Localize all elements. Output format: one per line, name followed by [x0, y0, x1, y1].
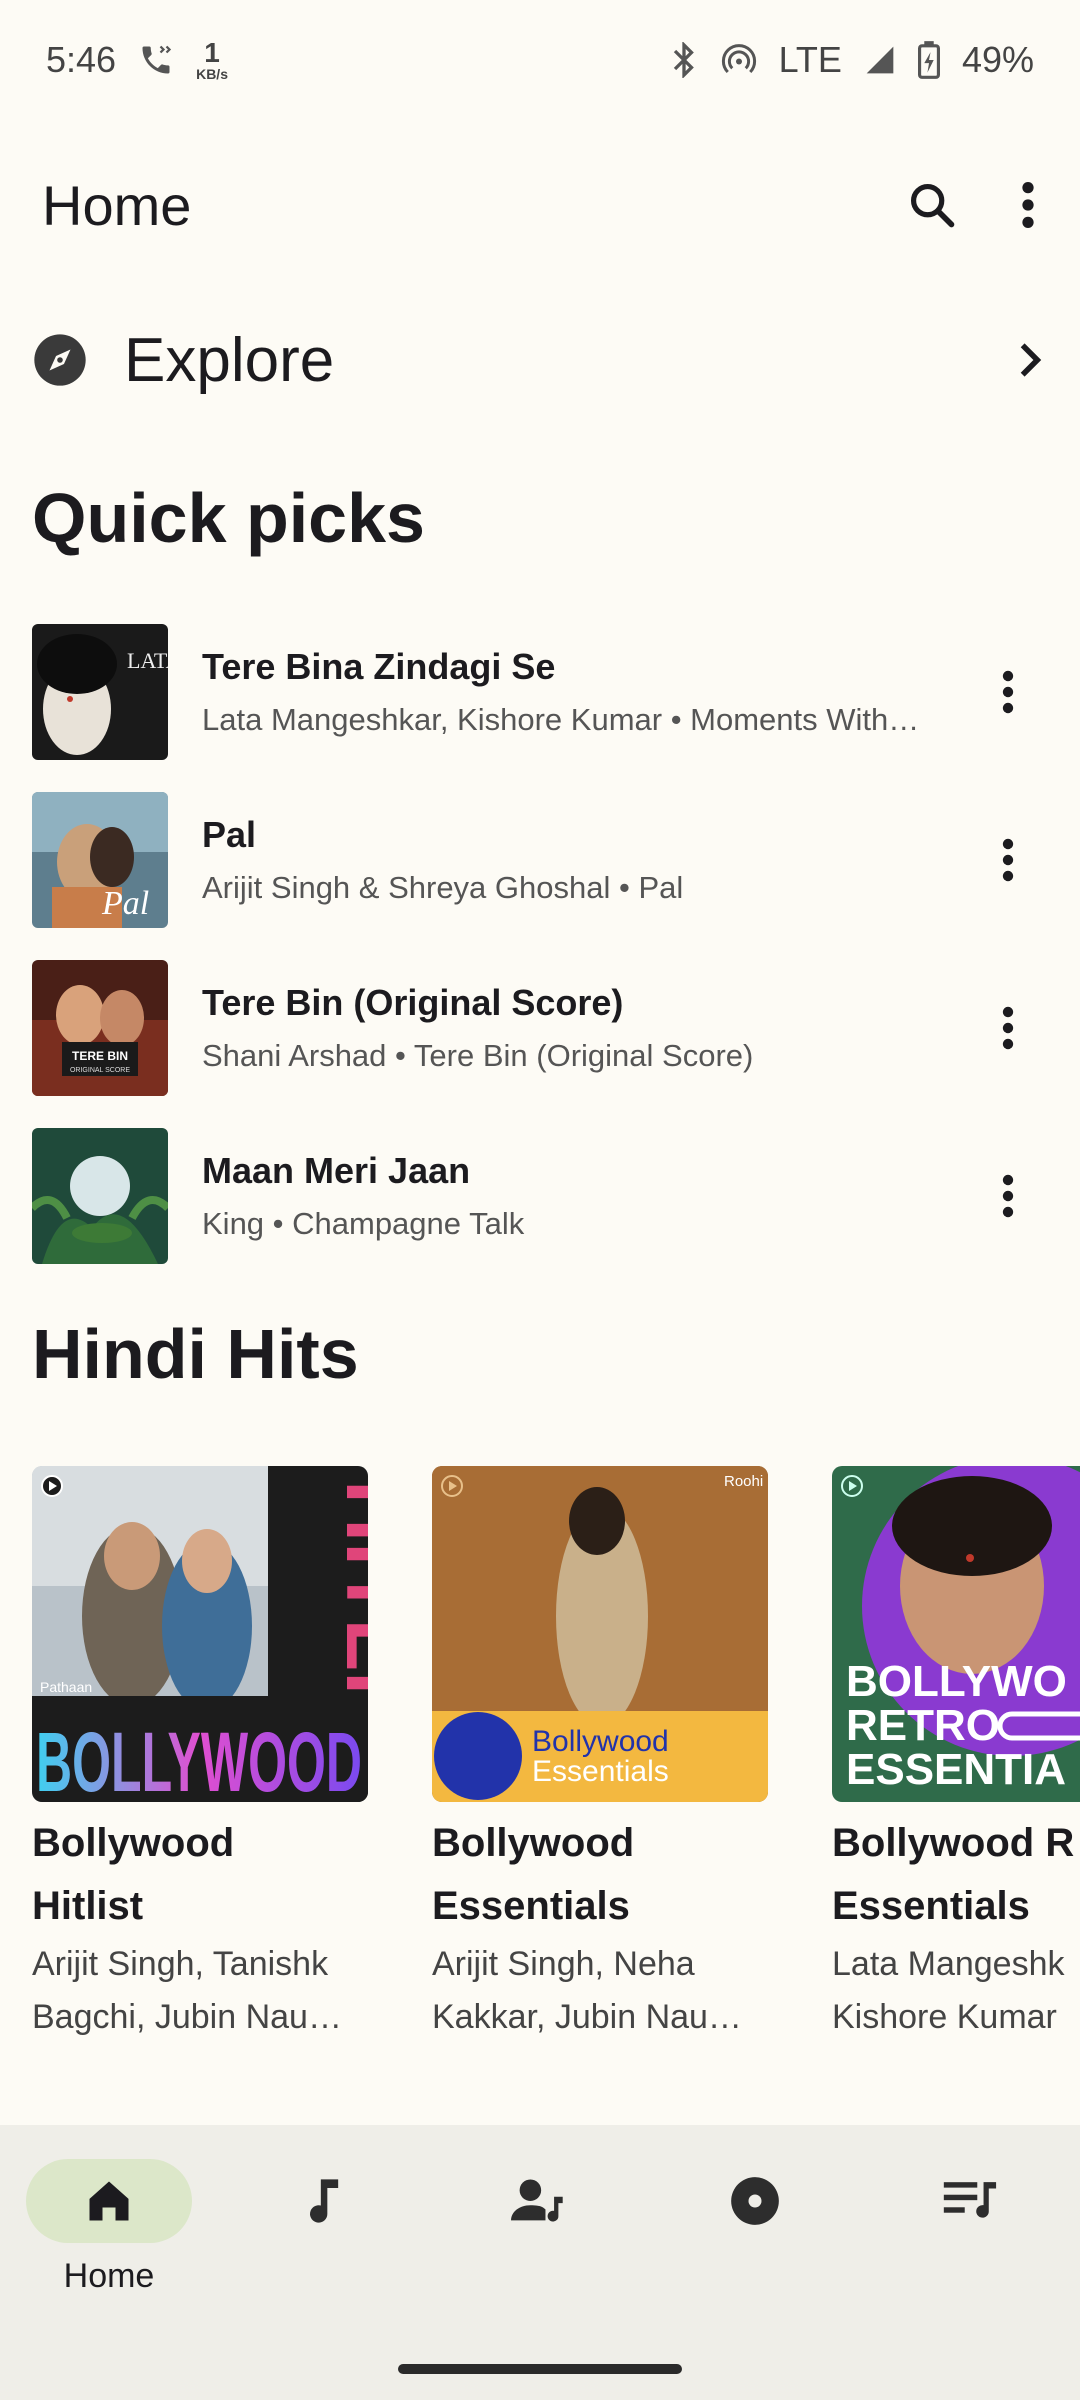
quick-picks-heading: Quick picks: [32, 479, 425, 557]
battery-icon: [917, 41, 940, 79]
song-subtitle: King • Champagne Talk: [202, 1206, 525, 1241]
playlist-title: Bollywood Essentials: [432, 1821, 635, 1928]
bottom-navigation: Home: [0, 2125, 1080, 2400]
artist-icon: [511, 2175, 567, 2227]
network-type: LTE: [778, 39, 842, 80]
cover-text: BOLLYWOOD: [36, 1715, 362, 1802]
playlist-cover: Bollywood Essentials Roohi: [432, 1466, 768, 1802]
nav-home-label: Home: [63, 2257, 155, 2295]
gesture-navigation-bar[interactable]: [398, 2364, 682, 2374]
signal-icon: [864, 44, 896, 76]
song-more-icon[interactable]: [968, 652, 1048, 732]
cover-text-line: ESSENTIA: [846, 1745, 1066, 1794]
home-icon: [83, 2175, 135, 2227]
explore-row[interactable]: Explore: [0, 310, 1080, 410]
song-title: Tere Bina Zindagi Se: [202, 646, 556, 687]
playlist-title: Bollywood R Essentials: [832, 1821, 1075, 1928]
quick-picks-list: LATA Tere Bina Zindagi Se Lata Mangeshka…: [0, 608, 1080, 1280]
svg-text:LATA: LATA: [127, 648, 168, 673]
cover-text-line: RETRO: [846, 1701, 1000, 1750]
bluetooth-icon: [669, 42, 699, 78]
search-icon[interactable]: [906, 179, 958, 231]
music-note-icon: [300, 2175, 346, 2227]
svg-text:ORIGINAL SCORE: ORIGINAL SCORE: [70, 1067, 130, 1074]
hindi-hits-carousel[interactable]: HITLIST BOLLYWOOD Pathaan Bollywood Hitl…: [32, 1466, 1080, 2046]
song-more-icon[interactable]: [968, 1156, 1048, 1236]
playlist-card[interactable]: BOLLYWO RETRO ESSENTIA Bollywood R Essen…: [832, 1466, 1080, 2044]
cover-text-line: BOLLYWO: [846, 1657, 1067, 1706]
svg-text:TERE BIN: TERE BIN: [72, 1049, 128, 1063]
playlist-artists: Arijit Singh, Tanishk Bagchi, Jubin Nau…: [32, 1945, 342, 2036]
list-item[interactable]: LATA Tere Bina Zindagi Se Lata Mangeshka…: [0, 608, 1080, 776]
status-bar: 5:46 1 KB/s LTE 49%: [0, 0, 1080, 120]
explore-label: Explore: [124, 325, 335, 395]
album-art: TERE BIN ORIGINAL SCORE: [32, 960, 168, 1096]
nav-home-pill[interactable]: [26, 2159, 192, 2243]
status-time: 5:46: [46, 39, 117, 80]
cover-tag: Pathaan: [40, 1679, 92, 1695]
album-icon: [729, 2175, 781, 2227]
chevron-right-icon: [1012, 338, 1048, 382]
nav-songs[interactable]: [238, 2159, 408, 2243]
list-item[interactable]: Pal Pal Arijit Singh & Shreya Ghoshal • …: [0, 776, 1080, 944]
song-more-icon[interactable]: [968, 988, 1048, 1068]
album-art: Pal: [32, 792, 168, 928]
playlist-title: Bollywood Hitlist: [32, 1821, 235, 1928]
playlist-artists: Lata Mangeshk Kishore Kumar: [832, 1945, 1065, 2036]
cover-text-line: Essentials: [532, 1755, 669, 1788]
playlist-artists: Arijit Singh, Neha Kakkar, Jubin Nau…: [432, 1945, 742, 2036]
more-options-icon[interactable]: [1018, 179, 1038, 231]
hindi-hits-heading: Hindi Hits: [32, 1315, 359, 1393]
playlist-icon: [943, 2178, 999, 2224]
song-subtitle: Lata Mangeshkar, Kishore Kumar • Moments…: [202, 702, 920, 737]
song-title: Maan Meri Jaan: [202, 1150, 471, 1191]
song-subtitle: Arijit Singh & Shreya Ghoshal • Pal: [202, 870, 684, 905]
playlist-cover: BOLLYWO RETRO ESSENTIA: [832, 1466, 1080, 1802]
nav-artists[interactable]: [454, 2159, 624, 2243]
album-art: LATA: [32, 624, 168, 760]
album-art: [32, 1128, 168, 1264]
battery-level: 49%: [961, 39, 1034, 80]
song-title: Tere Bin (Original Score): [202, 982, 624, 1023]
svg-text:Pal: Pal: [101, 885, 149, 922]
playlist-card[interactable]: Bollywood Essentials Roohi Bollywood Ess…: [432, 1466, 768, 2044]
playlist-cover: HITLIST BOLLYWOOD Pathaan: [32, 1466, 368, 1802]
list-item[interactable]: Maan Meri Jaan King • Champagne Talk: [0, 1112, 1080, 1280]
nav-home[interactable]: Home: [24, 2159, 194, 2296]
nav-albums[interactable]: [670, 2159, 840, 2243]
page-title: Home: [42, 173, 192, 237]
song-subtitle: Shani Arshad • Tere Bin (Original Score): [202, 1038, 754, 1073]
cover-tag: Roohi: [724, 1473, 763, 1490]
playlist-card[interactable]: HITLIST BOLLYWOOD Pathaan Bollywood Hitl…: [32, 1466, 368, 2044]
data-rate: 1 KB/s: [196, 37, 228, 82]
hotspot-icon: [721, 42, 757, 78]
call-icon: [138, 42, 174, 78]
song-more-icon[interactable]: [968, 820, 1048, 900]
nav-playlists[interactable]: [886, 2159, 1056, 2243]
top-app-bar: Home: [0, 150, 1080, 260]
song-title: Pal: [202, 814, 257, 855]
list-item[interactable]: TERE BIN ORIGINAL SCORE Tere Bin (Origina…: [0, 944, 1080, 1112]
compass-icon: [32, 332, 88, 388]
cover-text-line: Bollywood: [532, 1725, 669, 1758]
